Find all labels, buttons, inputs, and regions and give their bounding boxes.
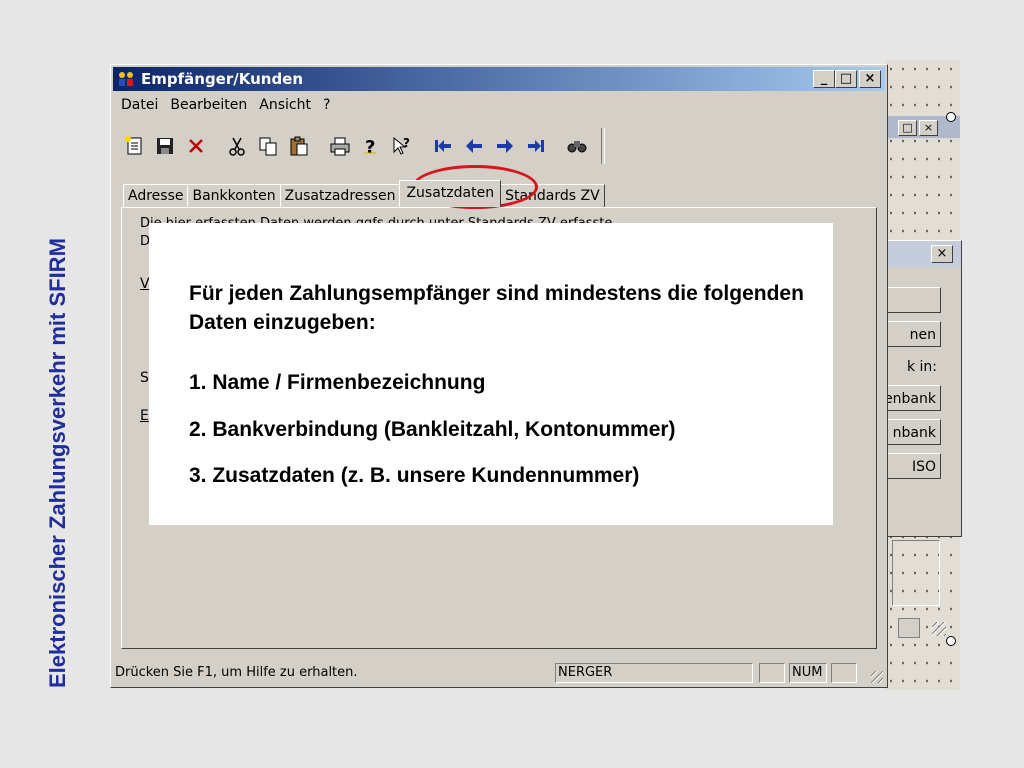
title-bar[interactable]: Empfänger/Kunden _ □ ×: [113, 67, 885, 91]
callout-box: Für jeden Zahlungsempfänger sind mindest…: [149, 223, 833, 525]
sub-dialog-button[interactable]: enbank: [879, 385, 941, 411]
sub-dialog-label: k in:: [906, 359, 937, 375]
callout-item: 2. Bankverbindung (Bankleitzahl, Kontonu…: [189, 418, 676, 441]
first-record-icon[interactable]: [428, 131, 458, 161]
tab-adresse[interactable]: Adresse: [123, 184, 189, 207]
size-grip-icon[interactable]: [932, 622, 946, 636]
close-icon[interactable]: ×: [859, 70, 881, 88]
last-record-icon[interactable]: [521, 131, 551, 161]
new-icon[interactable]: [119, 131, 149, 161]
callout-item: 3. Zusatzdaten (z. B. unsere Kundennumme…: [189, 464, 640, 487]
maximize-icon[interactable]: □: [835, 70, 857, 88]
context-help-icon[interactable]: ?: [387, 131, 417, 161]
status-hint: Drücken Sie F1, um Hilfe zu erhalten.: [115, 665, 358, 680]
status-num: NUM: [789, 663, 827, 683]
window-controls: _ □ ×: [813, 70, 881, 88]
sub-dialog: × nen k in: enbank nbank ISO: [879, 240, 962, 537]
maximize-icon[interactable]: □: [898, 120, 917, 136]
people-icon: [119, 72, 133, 86]
status-user: NERGER: [555, 663, 753, 683]
sub-dialog-button[interactable]: nen: [879, 321, 941, 347]
sub-dialog-titlebar: ×: [887, 241, 961, 267]
callout-item: 1. Name / Firmenbezeichnung: [189, 371, 486, 394]
svg-text:?: ?: [403, 136, 410, 150]
size-grip-icon[interactable]: [871, 671, 883, 683]
background-dialog-controls: □ ×: [898, 120, 938, 136]
sub-dialog-button[interactable]: ISO: [879, 453, 941, 479]
previous-record-icon[interactable]: [459, 131, 489, 161]
status-indicator: [759, 663, 785, 683]
menu-ansicht[interactable]: Ansicht: [253, 97, 317, 113]
find-icon[interactable]: [562, 131, 592, 161]
menu-bar: Datei Bearbeiten Ansicht ?: [115, 97, 336, 113]
slide-vertical-title: Elektronischer Zahlungsverkehr mit SFIRM: [45, 238, 70, 688]
sub-dialog-button[interactable]: nbank: [879, 419, 941, 445]
resize-handle[interactable]: [946, 636, 956, 646]
copy-icon[interactable]: [253, 131, 283, 161]
window-title: Empfänger/Kunden: [141, 70, 304, 88]
print-icon[interactable]: [325, 131, 355, 161]
minimize-icon[interactable]: _: [813, 70, 835, 88]
panel-label: S: [140, 370, 149, 386]
next-record-icon[interactable]: [490, 131, 520, 161]
tab-bankkonten[interactable]: Bankkonten: [187, 184, 281, 207]
toolbar: ? ?: [119, 128, 605, 164]
toolbar-separator: [601, 128, 605, 164]
checkbox[interactable]: [898, 618, 920, 638]
paste-icon[interactable]: [284, 131, 314, 161]
menu-bearbeiten[interactable]: Bearbeiten: [164, 97, 253, 113]
status-bar: Drücken Sie F1, um Hilfe zu erhalten. NE…: [113, 661, 885, 685]
help-icon[interactable]: ?: [356, 131, 386, 161]
status-indicator: [831, 663, 857, 683]
cut-icon[interactable]: [222, 131, 252, 161]
callout-intro: Für jeden Zahlungsempfänger sind mindest…: [189, 282, 804, 334]
menu-datei[interactable]: Datei: [115, 97, 164, 113]
menu-help[interactable]: ?: [317, 97, 336, 113]
svg-text:?: ?: [365, 137, 375, 157]
close-icon[interactable]: ×: [931, 245, 953, 263]
tab-zusatzdaten[interactable]: Zusatzdaten: [399, 180, 502, 207]
group-frame: [892, 540, 940, 606]
resize-handle[interactable]: [946, 112, 956, 122]
tab-zusatzadressen[interactable]: Zusatzadressen: [279, 184, 401, 207]
save-icon[interactable]: [150, 131, 180, 161]
panel-label: E: [140, 408, 149, 424]
delete-icon[interactable]: [181, 131, 211, 161]
close-icon[interactable]: ×: [919, 120, 938, 136]
sub-dialog-button[interactable]: [879, 287, 941, 313]
